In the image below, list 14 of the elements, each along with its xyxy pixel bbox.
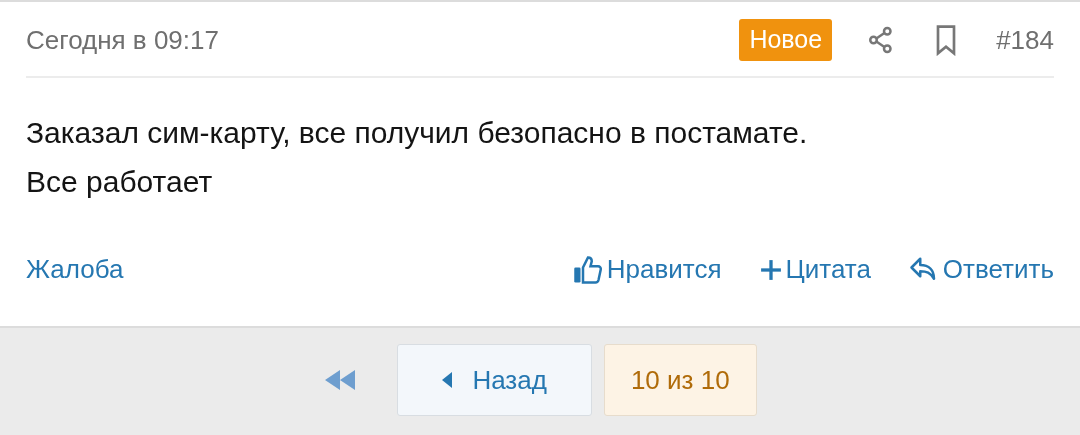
thumbs-up-icon [572,254,603,285]
post-text-line: Все работает [26,164,213,200]
plus-icon [759,258,782,281]
post-text-line: Заказал сим-карту, все получил безопасно в постамате. [26,115,808,151]
post-date: Сегодня в 09:17 [26,23,219,57]
like-link[interactable]: Нравится [572,250,722,289]
caret-icon [442,372,453,388]
report-link[interactable]: Жалоба [26,250,124,289]
back-button[interactable]: Назад [397,344,592,416]
post-number[interactable]: #184 [996,20,1054,60]
new-label: Новое [739,19,833,61]
page-indicator: 10 из 10 [603,344,757,416]
reply-link[interactable]: Ответить [908,250,1054,289]
quote-link[interactable]: Цитата [759,250,871,289]
